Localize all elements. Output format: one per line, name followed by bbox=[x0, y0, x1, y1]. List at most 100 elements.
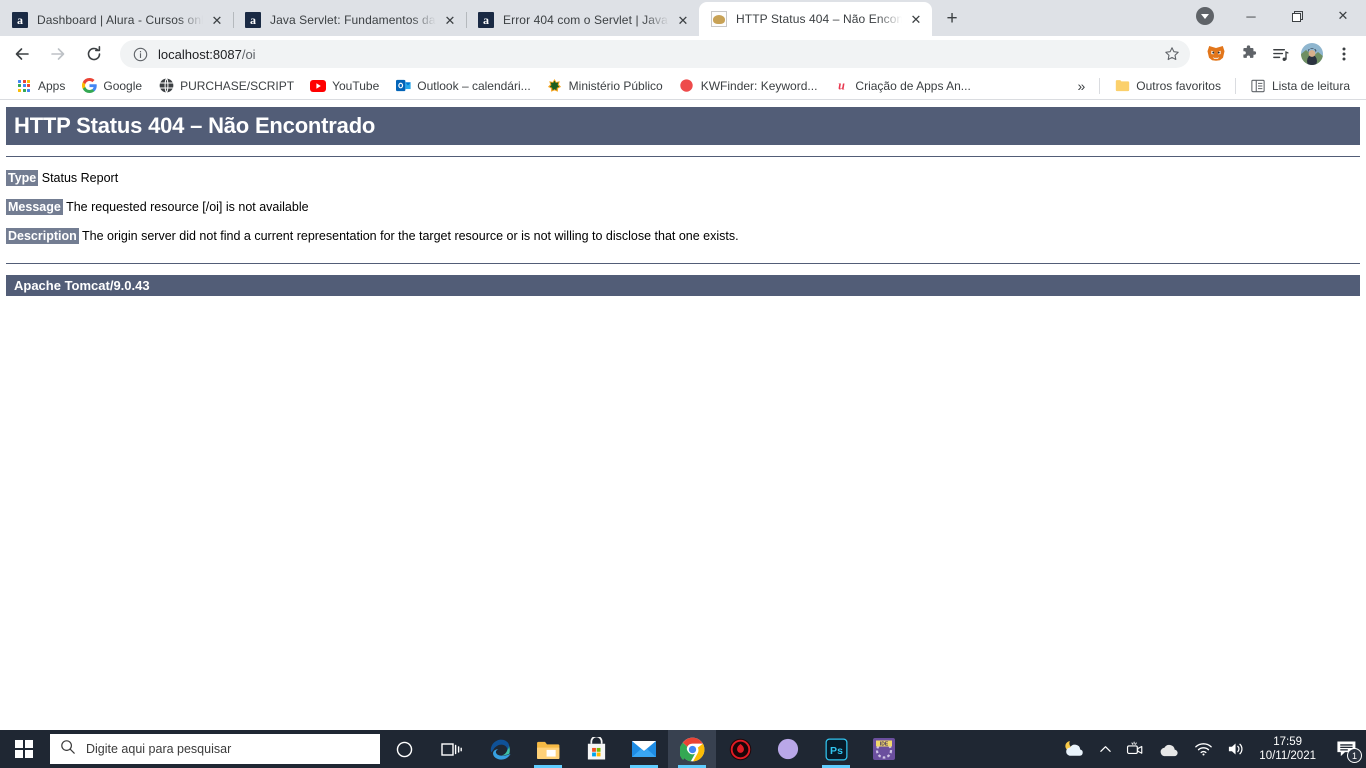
alura-icon: a bbox=[478, 12, 494, 28]
bookmark-criacao-de-apps[interactable]: u Criação de Apps An... bbox=[825, 75, 978, 97]
other-bookmarks-label: Outros favoritos bbox=[1136, 78, 1221, 93]
bookmark-label: Google bbox=[103, 78, 143, 93]
alura-icon: a bbox=[245, 12, 261, 28]
google-g-icon bbox=[81, 78, 97, 94]
url-path: /oi bbox=[241, 46, 256, 62]
bookmark-youtube[interactable]: YouTube bbox=[302, 75, 387, 97]
svg-text:u: u bbox=[838, 79, 845, 93]
microsoft-edge-icon[interactable] bbox=[476, 730, 524, 768]
bookmarks-overflow-button[interactable]: » bbox=[1069, 75, 1093, 97]
other-bookmarks-folder[interactable]: Outros favoritos bbox=[1106, 75, 1229, 97]
file-explorer-icon[interactable] bbox=[524, 730, 572, 768]
forward-arrow-icon bbox=[44, 40, 72, 68]
browser-toolbar: localhost:8087/oi bbox=[0, 36, 1366, 72]
maximize-button[interactable] bbox=[1274, 0, 1320, 32]
metamask-extension-icon[interactable] bbox=[1202, 40, 1230, 68]
bookmark-ministerio-publico[interactable]: Ministério Público bbox=[539, 75, 671, 97]
profile-chip-icon[interactable] bbox=[1182, 0, 1228, 32]
jungle-ide-icon[interactable]: IDE bbox=[860, 730, 908, 768]
udemy-icon: u bbox=[833, 78, 849, 94]
browser-tab-1[interactable]: a Dashboard | Alura - Cursos online ✕ bbox=[0, 4, 233, 36]
meet-now-camera-icon[interactable] bbox=[1119, 730, 1151, 768]
search-icon bbox=[60, 739, 76, 760]
show-hidden-icons-chevron-icon[interactable] bbox=[1092, 730, 1119, 768]
mail-icon[interactable] bbox=[620, 730, 668, 768]
browser-window: a Dashboard | Alura - Cursos online ✕ a … bbox=[0, 0, 1366, 730]
minimize-button[interactable]: ─ bbox=[1228, 0, 1274, 32]
cortana-icon[interactable] bbox=[380, 730, 428, 768]
red-app-icon[interactable] bbox=[716, 730, 764, 768]
reading-list-button[interactable]: Lista de leitura bbox=[1242, 75, 1358, 97]
bookmark-apps[interactable]: Apps bbox=[8, 75, 73, 97]
windows-start-icon[interactable] bbox=[0, 730, 48, 768]
microsoft-store-icon[interactable] bbox=[572, 730, 620, 768]
back-arrow-icon[interactable] bbox=[8, 40, 36, 68]
tab-title: HTTP Status 404 – Não Encontrad bbox=[736, 12, 902, 26]
status-value: Status Report bbox=[41, 171, 119, 185]
bookmarks-bar: Apps Google PURCHASE/SCRIPT YouTube Outl… bbox=[0, 72, 1366, 100]
bookmark-label: Apps bbox=[38, 78, 66, 93]
tab-title: Dashboard | Alura - Cursos online bbox=[37, 13, 203, 27]
bookmark-outlook[interactable]: Outlook – calendári... bbox=[387, 75, 538, 97]
youtube-icon bbox=[310, 78, 327, 94]
reading-list-panel-icon bbox=[1250, 78, 1266, 94]
reading-list-icon[interactable] bbox=[1266, 40, 1294, 68]
photoshop-icon[interactable]: Ps bbox=[812, 730, 860, 768]
status-row-type: Type Status Report bbox=[6, 170, 1360, 186]
bookmark-google[interactable]: Google bbox=[73, 75, 150, 97]
extensions-puzzle-icon[interactable] bbox=[1234, 40, 1262, 68]
status-label: Type bbox=[6, 170, 39, 186]
ministerio-publico-icon bbox=[547, 78, 563, 94]
chrome-menu-icon[interactable] bbox=[1330, 40, 1358, 68]
onedrive-cloud-icon[interactable] bbox=[1151, 730, 1187, 768]
clock-date: 10/11/2021 bbox=[1259, 750, 1316, 762]
purple-circle-app-icon[interactable] bbox=[764, 730, 812, 768]
kwfinder-icon bbox=[679, 78, 695, 94]
svg-text:Ps: Ps bbox=[830, 744, 843, 756]
close-window-button[interactable]: ✕ bbox=[1320, 0, 1366, 32]
browser-tab-3[interactable]: a Error 404 com o Servlet | Java Se ✕ bbox=[466, 4, 699, 36]
system-tray: 17:59 10/11/2021 1 bbox=[1054, 730, 1366, 768]
url-host: localhost:8087 bbox=[158, 46, 242, 62]
alura-icon: a bbox=[12, 12, 28, 28]
browser-tab-2[interactable]: a Java Servlet: Fundamentos da pro ✕ bbox=[233, 4, 466, 36]
tab-close-icon[interactable]: ✕ bbox=[675, 12, 691, 28]
notification-count-badge: 1 bbox=[1347, 748, 1362, 763]
status-value: The origin server did not find a current… bbox=[82, 229, 739, 243]
browser-tab-4-active[interactable]: HTTP Status 404 – Não Encontrad ✕ bbox=[699, 2, 932, 36]
outlook-icon bbox=[395, 78, 411, 94]
action-center-icon[interactable]: 1 bbox=[1326, 730, 1366, 768]
page-info-icon[interactable] bbox=[132, 46, 148, 62]
address-bar[interactable]: localhost:8087/oi bbox=[120, 40, 1190, 68]
bookmark-kwfinder[interactable]: KWFinder: Keyword... bbox=[671, 75, 826, 97]
globe-icon bbox=[158, 78, 174, 94]
window-controls: ─ ✕ bbox=[1182, 0, 1366, 36]
tab-close-icon[interactable]: ✕ bbox=[442, 12, 458, 28]
task-view-icon[interactable] bbox=[428, 730, 476, 768]
page-title: HTTP Status 404 – Não Encontrado bbox=[6, 107, 1360, 145]
bookmarks-divider bbox=[1099, 77, 1101, 94]
bookmark-purchase-script[interactable]: PURCHASE/SCRIPT bbox=[150, 75, 302, 97]
taskbar-search-input[interactable]: Digite aqui para pesquisar bbox=[50, 734, 380, 764]
clock-time: 17:59 bbox=[1273, 736, 1303, 748]
windows-taskbar: Digite aqui para pesquisar Ps IDE 17:59 … bbox=[0, 730, 1366, 768]
tab-close-icon[interactable]: ✕ bbox=[908, 11, 924, 27]
bookmark-star-icon[interactable] bbox=[1162, 44, 1182, 64]
tab-title: Error 404 com o Servlet | Java Se bbox=[503, 13, 669, 27]
google-chrome-icon[interactable] bbox=[668, 730, 716, 768]
reload-icon[interactable] bbox=[80, 40, 108, 68]
status-row-description: Description The origin server did not fi… bbox=[6, 228, 1360, 244]
tab-close-icon[interactable]: ✕ bbox=[209, 12, 225, 28]
bookmark-label: Ministério Público bbox=[568, 78, 663, 93]
status-label: Description bbox=[6, 228, 79, 244]
url-text: localhost:8087/oi bbox=[158, 47, 256, 62]
folder-icon bbox=[1114, 78, 1130, 94]
footer-divider bbox=[6, 263, 1360, 264]
wifi-icon[interactable] bbox=[1187, 730, 1220, 768]
bookmark-label: PURCHASE/SCRIPT bbox=[180, 78, 295, 93]
volume-icon[interactable] bbox=[1220, 730, 1253, 768]
weather-icon[interactable] bbox=[1054, 730, 1092, 768]
new-tab-button[interactable]: + bbox=[938, 5, 966, 33]
taskbar-clock[interactable]: 17:59 10/11/2021 bbox=[1253, 735, 1326, 763]
profile-avatar-icon[interactable] bbox=[1298, 40, 1326, 68]
